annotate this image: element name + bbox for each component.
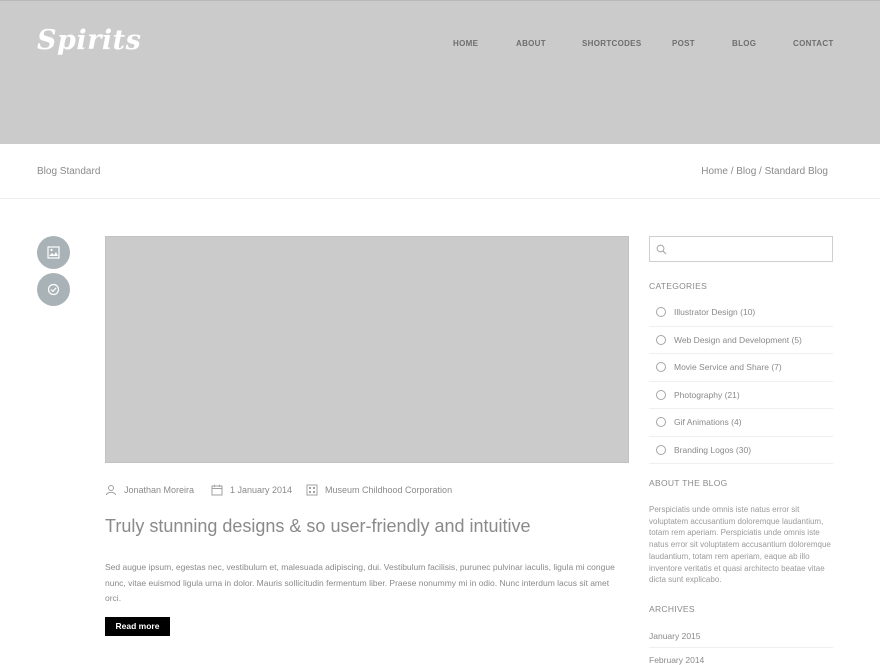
category-item[interactable]: Gif Animations (4) xyxy=(649,409,833,437)
archive-divider xyxy=(649,647,833,648)
categories-heading: CATEGORIES xyxy=(649,281,708,291)
breadcrumb-current: Standard Blog xyxy=(764,166,828,177)
post-excerpt: Sed augue ipsum, egestas nec, vestibulum… xyxy=(105,562,615,603)
breadcrumb-home[interactable]: Home xyxy=(701,166,728,177)
nav-item-contact[interactable]: CONTACT xyxy=(793,39,834,48)
category-label: Branding Logos (30) xyxy=(674,444,752,455)
category-label: Photography (21) xyxy=(674,389,740,400)
nav-item-blog[interactable]: BLOG xyxy=(732,39,756,48)
page-title: Blog Standard xyxy=(37,166,101,177)
radio-circle-icon xyxy=(656,362,666,372)
main-nav: HOME ABOUT SHORTCODES POST BLOG CONTACT xyxy=(0,39,880,53)
post-category-text: Museum Childhood Corporation xyxy=(325,485,453,495)
page-title-bar: Blog Standard Home / Blog / Standard Blo… xyxy=(0,144,880,199)
category-label: Web Design and Development (5) xyxy=(674,334,802,345)
search-icon[interactable] xyxy=(656,244,667,255)
post-date-text: 1 January 2014 xyxy=(230,485,293,495)
calendar-icon xyxy=(211,484,223,496)
radio-circle-icon xyxy=(656,417,666,427)
category-item[interactable]: Photography (21) xyxy=(649,382,833,409)
post-format-image-button[interactable] xyxy=(37,236,70,269)
category-label: Illustrator Design (10) xyxy=(674,307,756,317)
building-icon xyxy=(306,484,318,496)
categories-list: Illustrator Design (10) Web Design and D… xyxy=(649,299,833,464)
featured-image[interactable] xyxy=(105,236,629,463)
radio-circle-icon xyxy=(656,444,666,455)
archive-item[interactable]: February 2014 xyxy=(649,655,704,665)
nav-item-home[interactable]: HOME xyxy=(453,39,478,48)
read-more-button[interactable]: Read more xyxy=(105,617,170,636)
nav-item-post[interactable]: POST xyxy=(672,39,695,48)
category-item[interactable]: Movie Service and Share (7) xyxy=(649,354,833,382)
nav-item-shortcodes[interactable]: SHORTCODES xyxy=(582,39,641,48)
breadcrumb-separator: / xyxy=(730,166,734,177)
breadcrumb: Home / Blog / Standard Blog xyxy=(701,166,828,177)
category-item[interactable]: Web Design and Development (5) xyxy=(649,327,833,354)
image-icon xyxy=(47,246,60,259)
breadcrumb-separator: / xyxy=(759,166,762,177)
category-item[interactable]: Branding Logos (30) xyxy=(649,437,833,464)
post-author-name: Jonathan Moreira xyxy=(124,485,195,495)
post-format-check-button[interactable] xyxy=(37,273,70,306)
radio-circle-icon xyxy=(656,389,666,400)
search-input[interactable] xyxy=(672,240,827,258)
archives-heading: ARCHIVES xyxy=(649,604,695,614)
about-blog-text: Perspiciatis unde omnis iste natus error… xyxy=(649,505,831,585)
nav-item-about[interactable]: ABOUT xyxy=(516,39,546,48)
category-label: Movie Service and Share (7) xyxy=(674,362,782,372)
category-label: Gif Animations (4) xyxy=(674,417,742,427)
header-hero: Spirits HOME ABOUT SHORTCODES POST BLOG … xyxy=(0,0,880,144)
category-item[interactable]: Illustrator Design (10) xyxy=(649,299,833,327)
about-blog-heading: ABOUT THE BLOG xyxy=(649,478,728,488)
radio-circle-icon xyxy=(656,307,666,317)
check-circle-icon xyxy=(47,283,60,296)
user-icon xyxy=(106,485,116,496)
archive-item[interactable]: January 2015 xyxy=(649,631,701,641)
breadcrumb-blog[interactable]: Blog xyxy=(736,166,756,177)
sidebar-search xyxy=(649,236,833,262)
post-title[interactable]: Truly stunning designs & so user-friendl… xyxy=(105,516,531,537)
radio-circle-icon xyxy=(656,334,666,345)
